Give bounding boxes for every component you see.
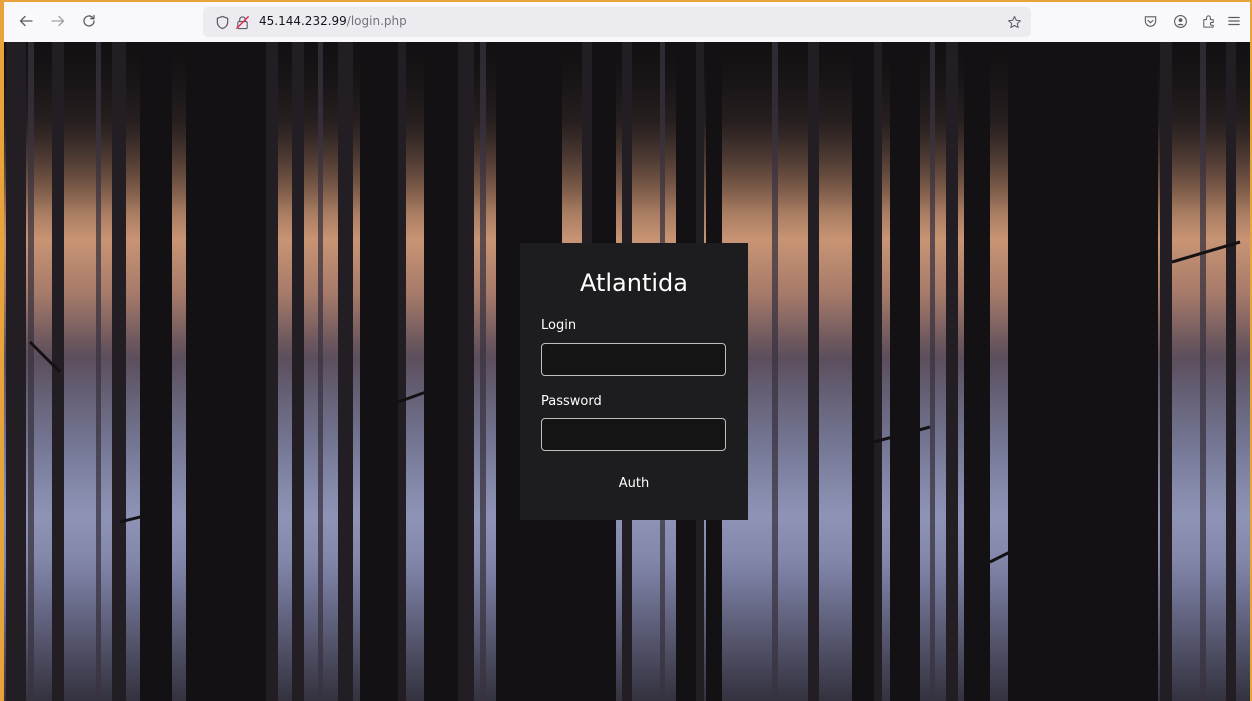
reload-icon — [83, 14, 95, 27]
auth-button[interactable]: Auth — [584, 471, 684, 495]
arrow-left-icon — [19, 15, 33, 27]
back-button[interactable] — [14, 9, 38, 33]
star-icon — [1007, 15, 1021, 28]
pocket-button[interactable] — [1138, 9, 1162, 33]
insecure-lock-icon[interactable] — [234, 14, 250, 30]
login-title: Atlantida — [579, 269, 688, 297]
url-path: /login.php — [346, 14, 407, 28]
forward-button[interactable] — [46, 9, 70, 33]
hamburger-menu-icon — [1228, 16, 1240, 26]
password-input[interactable] — [541, 418, 726, 451]
account-button[interactable] — [1168, 9, 1192, 33]
shield-icon[interactable] — [214, 14, 230, 30]
extensions-button[interactable] — [1196, 9, 1220, 33]
url-text[interactable]: 45.144.232.99/login.php — [259, 14, 407, 28]
url-bar[interactable]: 45.144.232.99/login.php — [203, 7, 1031, 37]
pocket-icon — [1144, 15, 1156, 27]
bookmark-star-button[interactable] — [1006, 14, 1022, 30]
browser-toolbar: 45.144.232.99/login.php — [0, 0, 1252, 43]
arrow-right-icon — [51, 15, 65, 27]
account-icon — [1173, 14, 1187, 28]
extensions-icon — [1202, 14, 1214, 28]
login-input[interactable] — [541, 343, 726, 376]
reload-button[interactable] — [77, 9, 101, 33]
page-content: Atlantida Login Password Auth — [0, 42, 1252, 701]
password-label: Password — [541, 394, 602, 409]
login-card: Atlantida Login Password Auth — [520, 243, 748, 520]
menu-button[interactable] — [1222, 9, 1246, 33]
login-label: Login — [541, 318, 577, 333]
url-host: 45.144.232.99 — [259, 14, 347, 28]
